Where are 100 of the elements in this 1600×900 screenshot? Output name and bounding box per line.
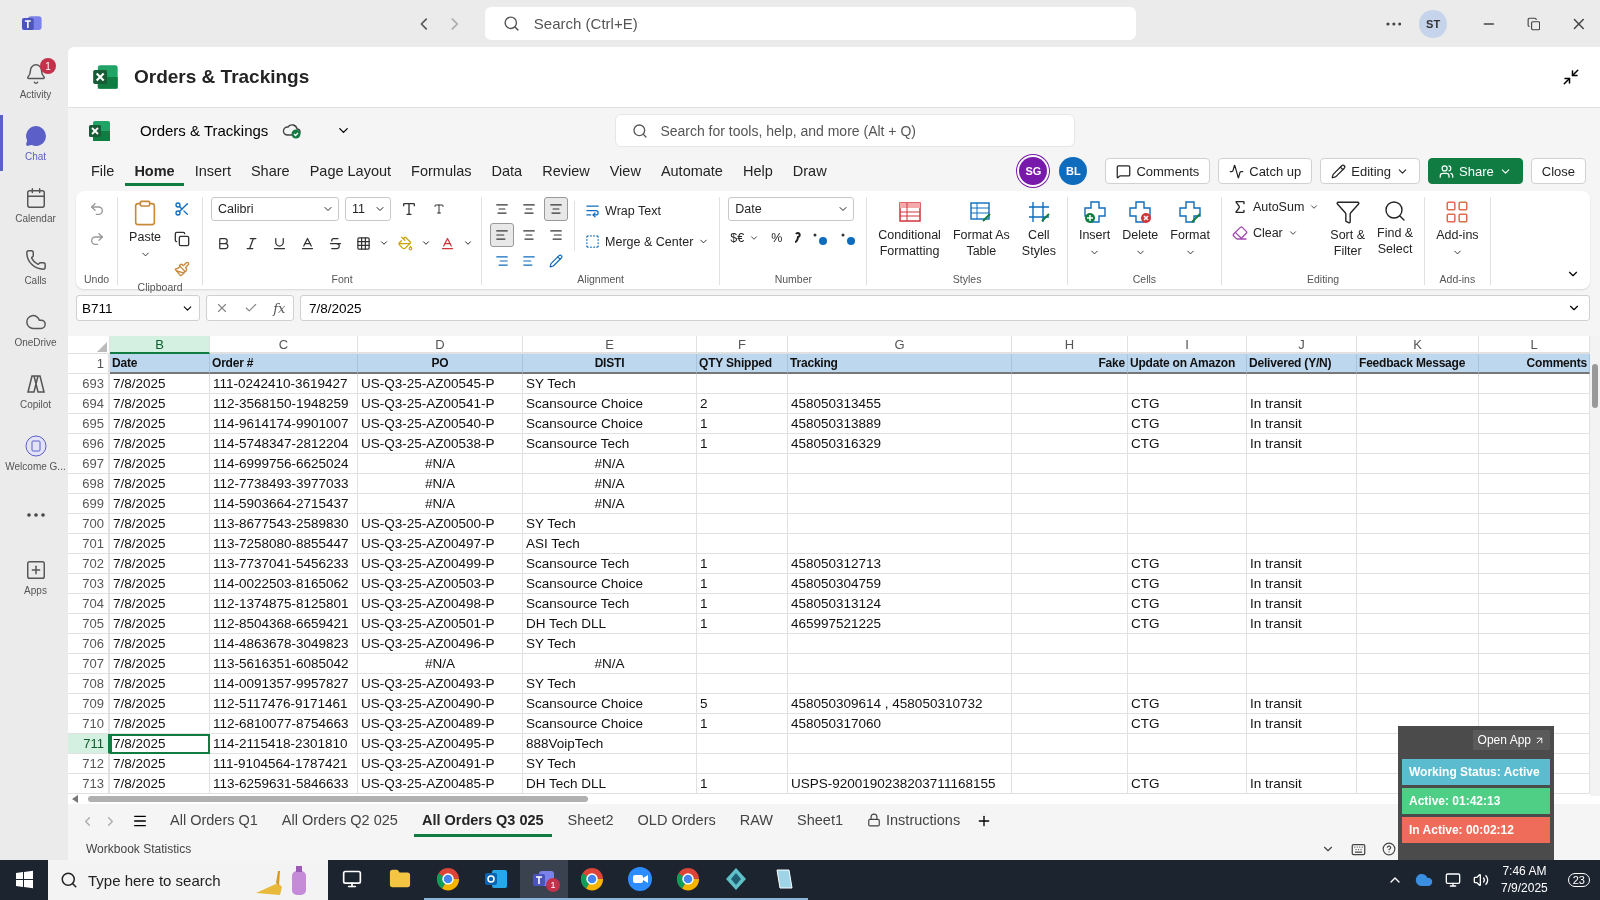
comma-style-icon[interactable] — [792, 231, 803, 246]
open-app-button[interactable]: Open App — [1472, 730, 1550, 750]
toolbar-button[interactable]: Catch up — [1218, 158, 1313, 185]
merge-center-button[interactable]: Merge & Center — [583, 232, 712, 252]
ribbon-button[interactable]: Sort & Filter — [1327, 197, 1369, 262]
rail-item[interactable]: Calls — [0, 239, 68, 295]
taskbar-search-field[interactable]: Type here to search — [48, 860, 328, 900]
bottom-align-button[interactable] — [544, 197, 569, 222]
table-cell: 2 — [697, 394, 788, 415]
table-cell: In transit — [1247, 554, 1357, 575]
header-cell: Date — [110, 354, 210, 375]
rail-item[interactable]: Activity 1 — [0, 53, 68, 109]
table-cell: ASI Tech — [523, 534, 697, 555]
insert-function-button[interactable]: fx — [273, 300, 286, 316]
menu-tab[interactable]: Data — [482, 156, 532, 186]
column-letter[interactable]: F — [697, 336, 788, 355]
taskbar-app[interactable]: 1 — [520, 860, 568, 900]
search-field[interactable]: Search for tools, help, and more (Alt + Q) — [615, 114, 1076, 148]
help-button[interactable] — [1382, 842, 1396, 857]
column-letter[interactable]: B — [110, 336, 210, 355]
column-letter[interactable]: J — [1247, 336, 1357, 355]
rail-item[interactable]: OneDrive — [0, 301, 68, 357]
toolbar-button[interactable]: Editing — [1320, 158, 1421, 185]
rail-item[interactable]: Apps — [0, 549, 68, 605]
column-letter[interactable]: L — [1479, 336, 1590, 355]
font-size-dropdown[interactable]: 11 — [345, 197, 392, 222]
name-box[interactable]: B711 — [76, 295, 200, 322]
network-icon[interactable] — [1445, 872, 1462, 888]
rail-item[interactable]: Calendar — [0, 177, 68, 233]
column-letter[interactable]: G — [788, 336, 1012, 355]
rail-item[interactable]: Welcome G... — [0, 425, 68, 481]
collapse-button[interactable] — [1562, 67, 1580, 86]
menu-tab[interactable]: View — [600, 156, 650, 186]
column-letter[interactable]: C — [210, 336, 358, 355]
table-cell: US-Q3-25-AZ00495-P — [358, 734, 523, 755]
left-align-button[interactable] — [490, 223, 515, 248]
ribbon-button[interactable]: Add-ins — [1433, 197, 1482, 260]
keyboard-button[interactable] — [1351, 841, 1366, 857]
paste-button[interactable]: Paste — [126, 197, 165, 262]
sheet-tab[interactable]: Sheet2 — [559, 805, 622, 837]
scrollbar-thumb[interactable] — [88, 796, 588, 803]
cloud-tray-icon[interactable] — [1415, 871, 1434, 889]
number-format-dropdown[interactable]: Date — [728, 197, 855, 222]
rail-item[interactable]: Copilot — [0, 363, 68, 419]
scrollbar-thumb[interactable] — [1592, 364, 1598, 409]
sheet-tab[interactable]: All Orders Q2 025 — [273, 805, 406, 837]
scroll-left-icon[interactable] — [72, 795, 80, 804]
sheet-tab[interactable]: Instructions — [859, 805, 969, 837]
sheet-tab[interactable]: Sheet1 — [789, 805, 851, 837]
restore-button[interactable] — [1526, 16, 1541, 31]
ribbon-button[interactable]: Format As Table — [949, 197, 1013, 262]
autosum-button[interactable]: AutoSum — [1229, 197, 1322, 218]
menu-tab[interactable]: File — [82, 156, 124, 186]
table-cell: #N/A — [523, 494, 697, 515]
scissors-icon — [174, 201, 191, 218]
font-name-dropdown[interactable]: Calibri — [211, 197, 340, 222]
toolbar-button[interactable]: Comments — [1105, 158, 1211, 185]
menu-tab[interactable]: Review — [533, 156, 599, 186]
table-cell: #N/A — [358, 654, 523, 675]
ribbon-button[interactable]: Format — [1167, 197, 1213, 260]
menu-tab[interactable]: Insert — [185, 156, 240, 186]
ribbon-button[interactable]: Insert — [1075, 197, 1114, 260]
user-avatar[interactable]: ST — [1419, 9, 1447, 38]
workbook-name[interactable]: Orders & Trackings — [140, 122, 269, 140]
menu-tab[interactable]: Draw — [783, 156, 836, 186]
ribbon-button[interactable]: Conditional Formatting — [875, 197, 944, 262]
menu-tab[interactable]: Help — [733, 156, 782, 186]
table-cell: CTG — [1128, 414, 1247, 435]
ribbon-button[interactable]: Delete — [1119, 197, 1162, 260]
column-letter[interactable]: K — [1357, 336, 1479, 355]
triangle-icon — [97, 342, 107, 353]
table-cell: 5 — [697, 694, 788, 715]
ribbon-button[interactable]: Cell Styles — [1018, 197, 1059, 262]
table-cell: US-Q3-25-AZ00501-P — [358, 614, 523, 635]
column-letter[interactable]: E — [523, 336, 697, 355]
column-letter[interactable]: H — [1012, 336, 1128, 355]
sheet-tab[interactable]: RAW — [731, 805, 782, 837]
formula-field[interactable]: 7/8/2025 — [300, 295, 1590, 322]
toolbar-button[interactable]: Close — [1530, 158, 1586, 185]
clear-button[interactable]: Clear — [1229, 223, 1300, 244]
sheet-tab[interactable]: OLD Orders — [629, 805, 724, 837]
ribbon-button[interactable]: Find & Select — [1374, 197, 1417, 260]
menu-tab[interactable]: Share — [241, 156, 299, 186]
currency-button[interactable]: $€ — [728, 229, 762, 248]
column-letter[interactable]: D — [358, 336, 523, 355]
table-cell: Scansource Choice — [523, 394, 697, 415]
menu-tab[interactable]: Page Layout — [300, 156, 401, 186]
volume-icon[interactable] — [1473, 872, 1490, 888]
column-letter[interactable]: I — [1128, 336, 1247, 355]
menu-tab[interactable]: Automate — [651, 156, 732, 186]
row-number: 703 — [68, 574, 110, 595]
sheet-tab[interactable]: All Orders Q1 — [162, 805, 266, 837]
percent-button[interactable]: % — [769, 229, 785, 248]
search-field[interactable]: Search (Ctrl+E) — [484, 7, 1136, 40]
menu-tab[interactable]: Formulas — [402, 156, 481, 186]
wrap-text-button[interactable]: Wrap Text — [583, 201, 663, 221]
more-button[interactable] — [1385, 21, 1402, 26]
clock[interactable]: 7:46 AM 7/9/2025 — [1501, 862, 1548, 898]
menu-tab[interactable]: Home — [125, 156, 184, 186]
toolbar-button[interactable]: Share — [1428, 158, 1523, 185]
